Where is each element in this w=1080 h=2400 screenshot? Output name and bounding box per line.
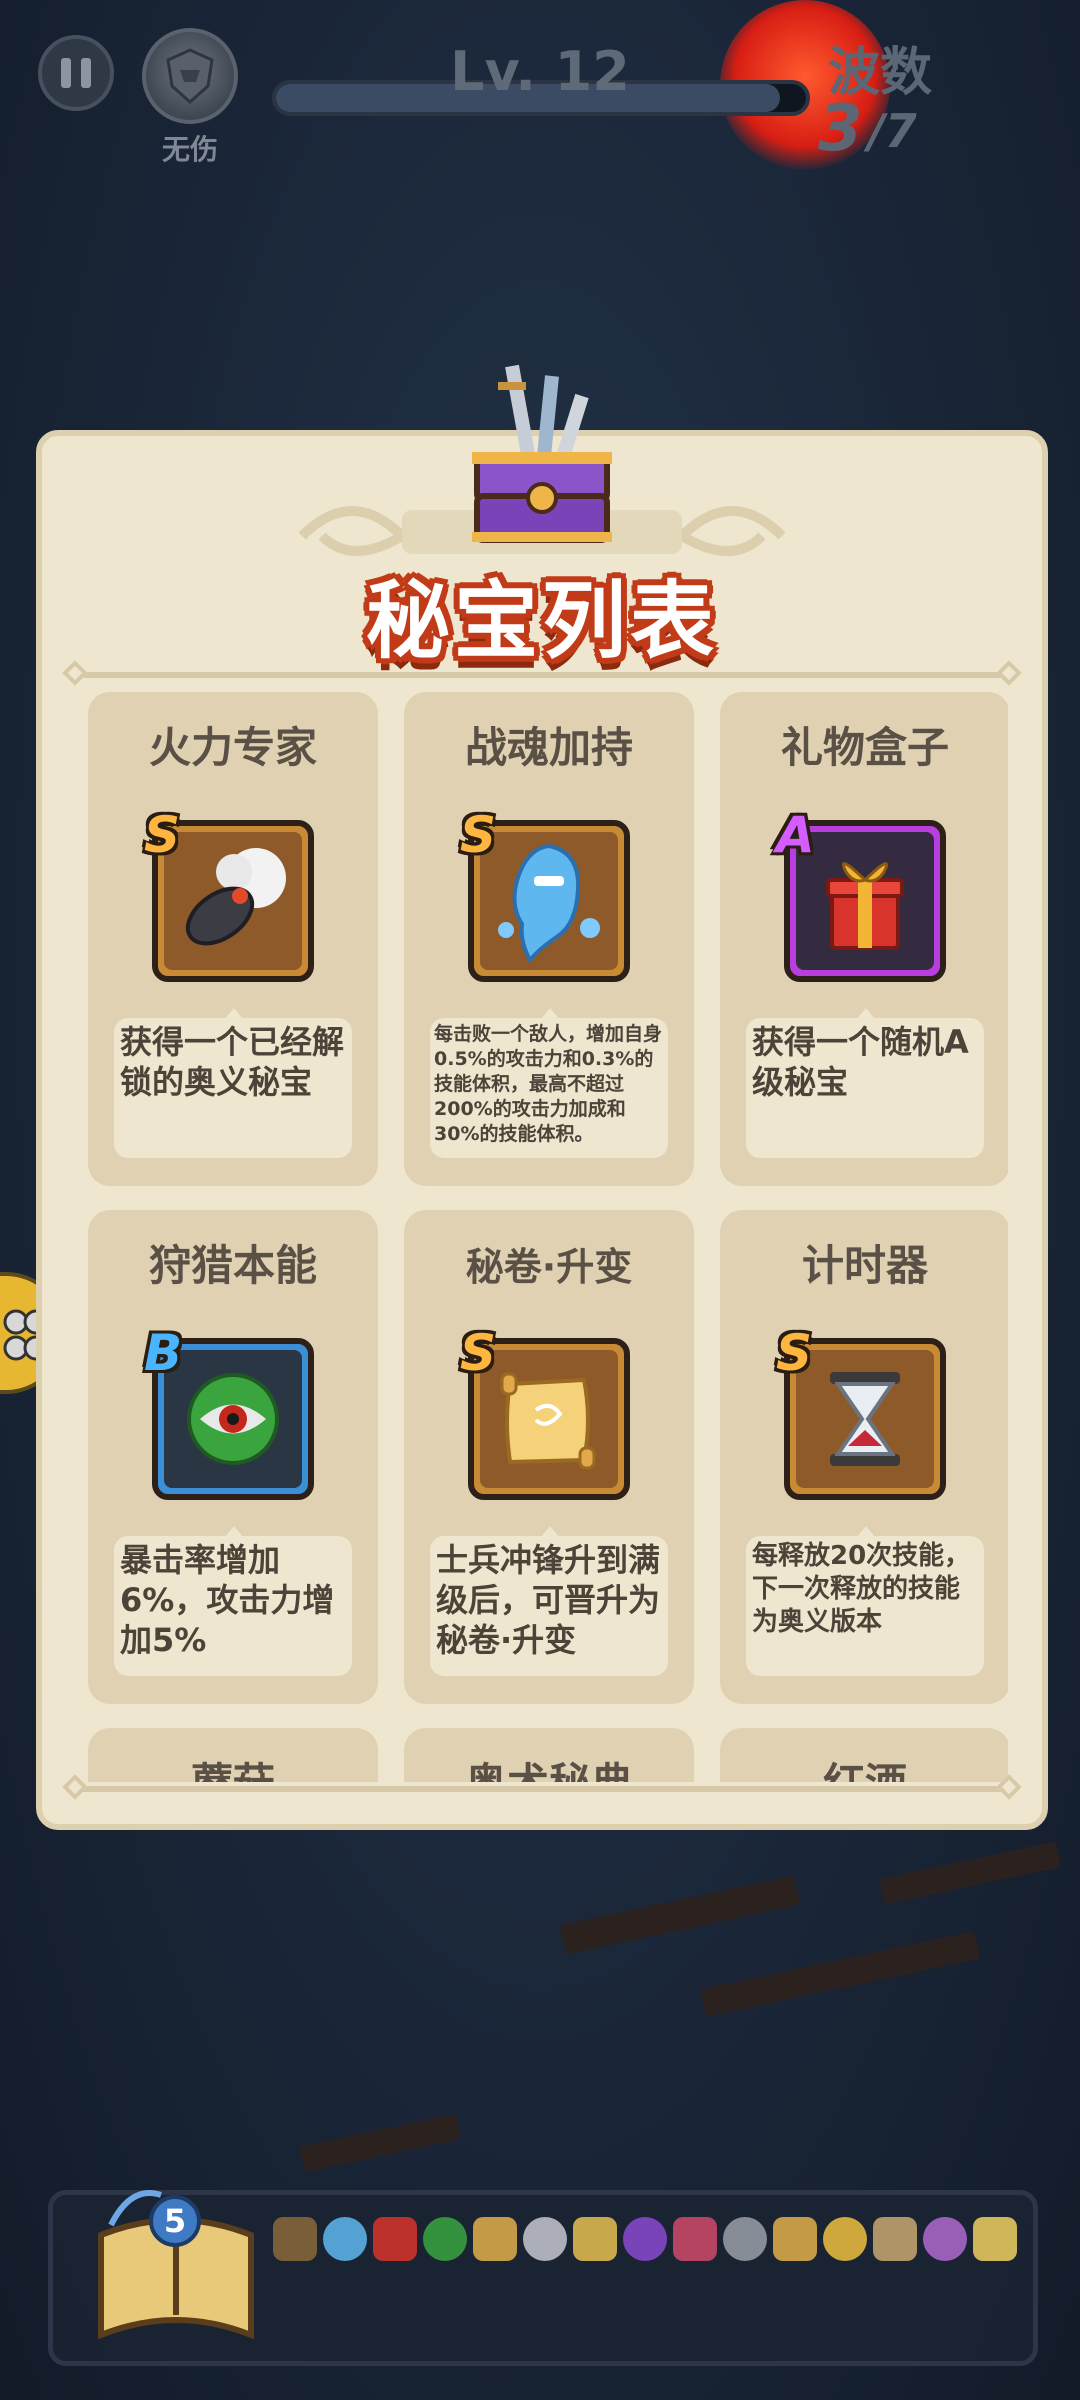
treasure-card[interactable]: 奥术秘典 <box>404 1728 694 1782</box>
card-name: 红酒 <box>720 1750 1008 1782</box>
card-icon-frame: A <box>776 806 946 982</box>
spellbook-count: 5 <box>149 2195 201 2247</box>
gift-box-icon <box>826 862 904 950</box>
card-icon-frame: S <box>776 1324 946 1500</box>
wood-debris <box>879 1841 1061 1905</box>
cannon-icon <box>185 848 286 946</box>
divider-bottom <box>78 1786 1006 1792</box>
card-icon-frame: S <box>460 1324 630 1500</box>
treasure-card[interactable]: 计时器 S 每释放20次技能，下一次释放的技能为奥义版本 <box>720 1210 1008 1704</box>
bolt-icon <box>973 2217 1017 2261</box>
card-description: 每击败一个敌人，增加自身0.5%的攻击力和0.3%的技能体积，最高不超过200%… <box>430 1008 668 1158</box>
treasure-card[interactable]: 火力专家 S 获得一个已经解锁的奥义秘宝 <box>88 692 378 1186</box>
divider-top <box>78 672 1006 678</box>
hourglass-icon <box>523 2217 567 2261</box>
card-description: 获得一个已经解锁的奥义秘宝 <box>114 1008 352 1158</box>
card-name: 礼物盒子 <box>780 723 949 772</box>
inventory-bar: 5 <box>48 2190 1038 2366</box>
scroll-icon <box>773 2217 817 2261</box>
bone-icon <box>873 2217 917 2261</box>
card-name: 秘卷·升变 <box>465 1245 633 1289</box>
shield-icon <box>166 48 214 105</box>
treasure-card[interactable]: 战魂加持 S 每击败一个敌人，增加自身0.5%的攻击力和0.3%的技能体积，最高… <box>404 692 694 1186</box>
card-name: 狩猎本能 <box>148 1241 317 1290</box>
grade-badge: B <box>144 1324 183 1382</box>
scroll-icon <box>473 2217 517 2261</box>
grade-badge: S <box>460 1324 497 1382</box>
wood-debris <box>559 1875 801 1955</box>
grade-badge: A <box>776 806 815 864</box>
pause-icon <box>61 58 71 88</box>
card-name: 火力专家 <box>148 723 317 772</box>
card-description: 获得一个随机A级秘宝 <box>746 1008 984 1158</box>
card-icon-frame: S <box>460 806 630 982</box>
card-name: 蘑菇 <box>88 1750 378 1782</box>
spirit-icon <box>323 2217 367 2261</box>
treasure-card[interactable]: 秘卷·升变 S 士兵冲锋升到满级后，可晋升为秘卷·升变 <box>404 1210 694 1704</box>
treasure-grid[interactable]: 火力专家 S 获得一个已经解锁的奥义秘宝 战魂加持 S 每击败一个敌人，增加自身… <box>88 692 1008 1782</box>
scroll-icon <box>500 1372 596 1470</box>
wave-total: /7 <box>868 104 917 158</box>
grade-badge: S <box>776 1324 813 1382</box>
modal-title: 秘宝列表 <box>365 572 718 670</box>
treasure-card[interactable]: 蘑菇 <box>88 1728 378 1782</box>
hud: 无伤 Lv. 12 波数 3 /7 <box>0 0 1080 170</box>
no-damage-label: 无伤 <box>161 133 218 166</box>
gift-box-icon <box>373 2217 417 2261</box>
hourglass-icon <box>830 1372 900 1466</box>
rune-icon <box>923 2217 967 2261</box>
treasure-card[interactable]: 礼物盒子 A 获得一个随机A级秘宝 <box>720 692 1008 1186</box>
card-icon <box>623 2217 667 2261</box>
treasure-chest-icon <box>472 364 612 543</box>
flame-icon <box>573 2217 617 2261</box>
card-description: 士兵冲锋升到满级后，可晋升为秘卷·升变 <box>430 1526 668 1676</box>
treasure-list-modal: 秘宝列表 火力专家 S 获得一个已经解锁的奥义秘宝 战魂加持 S 每击败一个敌人… <box>36 364 1048 1830</box>
grade-badge: S <box>460 806 497 864</box>
card-name: 计时器 <box>801 1241 928 1290</box>
grade-badge: S <box>144 806 181 864</box>
hunter-eye-icon <box>423 2217 467 2261</box>
skull-icon <box>723 2217 767 2261</box>
no-damage-badge <box>142 28 238 124</box>
card-description: 每释放20次技能，下一次释放的技能为奥义版本 <box>746 1526 984 1676</box>
card-icon-frame: S <box>144 806 314 982</box>
card-name: 战魂加持 <box>464 723 633 772</box>
coin-icon <box>823 2217 867 2261</box>
potion-icon <box>673 2217 717 2261</box>
card-description: 暴击率增加6%，攻击力增加5% <box>114 1526 352 1676</box>
spellbook-icon <box>98 2190 254 2340</box>
hunter-eye-icon <box>187 1373 279 1465</box>
level-label: Lv. 12 <box>450 40 630 103</box>
treasure-card[interactable]: 红酒 <box>720 1728 1008 1782</box>
pause-button[interactable] <box>38 35 114 111</box>
inventory-items <box>273 2217 1033 2261</box>
wave-current: 3 <box>818 92 863 166</box>
card-icon-frame: B <box>144 1324 314 1500</box>
spellbook-button[interactable]: 5 <box>91 2165 261 2345</box>
wood-debris <box>700 1931 980 2017</box>
wood-debris <box>299 2113 461 2173</box>
treasure-card[interactable]: 狩猎本能 B 暴击率增加6%，攻击力增加5% <box>88 1210 378 1704</box>
cannon-icon <box>273 2217 317 2261</box>
spirit-icon <box>498 843 600 964</box>
card-name: 奥术秘典 <box>404 1750 694 1782</box>
